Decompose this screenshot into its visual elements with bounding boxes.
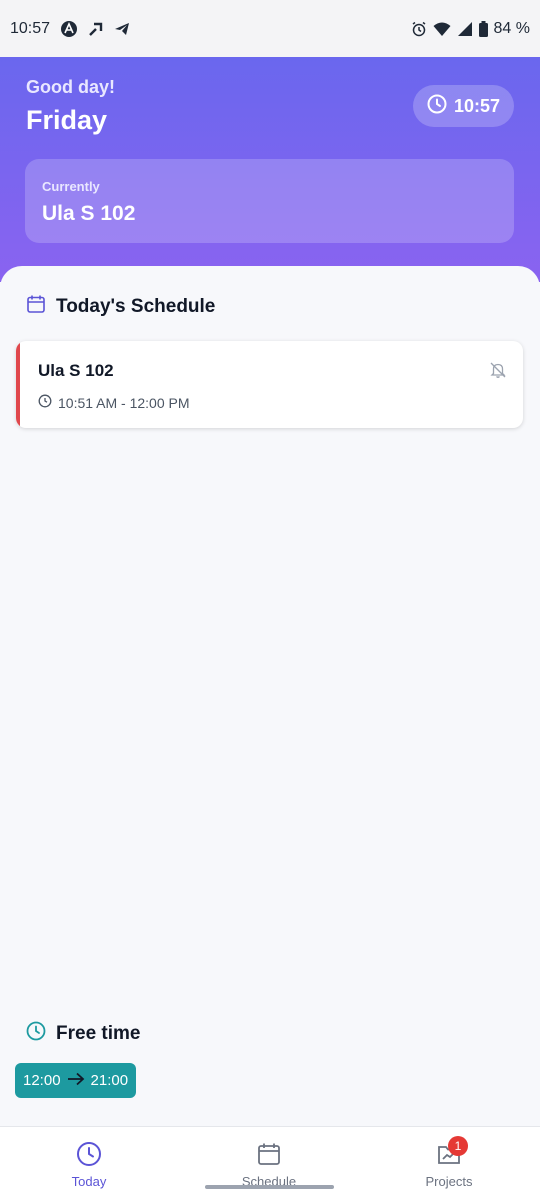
event-card[interactable]: Ula S 102 10:51 AM - 12:00 PM: [16, 341, 523, 428]
event-time-row: 10:51 AM - 12:00 PM: [38, 394, 190, 411]
app-notification-icon: [60, 20, 78, 38]
alarm-icon: [411, 21, 427, 37]
current-activity-card: Currently Ula S 102: [25, 159, 514, 243]
event-name: Ula S 102: [38, 361, 114, 380]
cast-notification-icon: [88, 21, 104, 37]
header: Good day! Friday 10:57 Currently Ula S 1…: [0, 57, 540, 282]
free-time-section-title: Free time: [26, 1021, 140, 1047]
free-time-start: 12:00: [23, 1072, 61, 1089]
status-right: 84 %: [411, 20, 530, 38]
event-time: 10:51 AM - 12:00 PM: [58, 394, 190, 411]
status-time: 10:57: [10, 19, 51, 37]
main-content: Today's Schedule Ula S 102 10:51 AM - 12…: [0, 266, 540, 1126]
home-indicator[interactable]: [205, 1185, 334, 1189]
arrow-right-icon: [67, 1072, 85, 1090]
status-left: 10:57: [10, 20, 130, 38]
free-time-end: 21:00: [90, 1072, 129, 1089]
nav-item-today[interactable]: Today: [29, 1141, 149, 1189]
clock-icon: [76, 1141, 102, 1170]
nav-item-label: Projects: [425, 1174, 473, 1189]
nav-item-label: Today: [71, 1174, 107, 1189]
calendar-icon: [26, 294, 46, 320]
battery-percentage: 84 %: [493, 19, 530, 37]
nav-item-schedule[interactable]: Schedule: [209, 1141, 329, 1189]
telegram-icon: [114, 21, 130, 37]
current-time: 10:57: [453, 95, 500, 116]
calendar-icon: [256, 1141, 282, 1170]
current-time-pill: 10:57: [412, 85, 514, 127]
free-time-slot[interactable]: 12:00 21:00: [15, 1063, 137, 1098]
status-bar: 10:57 84 %: [0, 0, 540, 57]
time-icon: [38, 394, 52, 411]
schedule-title-text: Today's Schedule: [56, 296, 216, 317]
battery-icon: [478, 20, 488, 37]
day-title: Friday: [26, 105, 108, 135]
wifi-icon: [433, 21, 451, 37]
bell-off-icon[interactable]: [489, 361, 507, 384]
current-activity: Ula S 102: [42, 202, 136, 225]
free-time-clock-icon: [26, 1021, 46, 1047]
nav-item-projects[interactable]: 1 Projects: [389, 1136, 509, 1189]
free-time-title-text: Free time: [56, 1023, 141, 1044]
clock-icon: [427, 94, 447, 119]
notification-badge: 1: [448, 1136, 468, 1156]
signal-icon: [457, 21, 473, 37]
current-label: Currently: [42, 179, 100, 194]
event-accent-bar: [16, 341, 20, 428]
greeting: Good day!: [26, 77, 115, 97]
schedule-section-title: Today's Schedule: [26, 294, 215, 320]
